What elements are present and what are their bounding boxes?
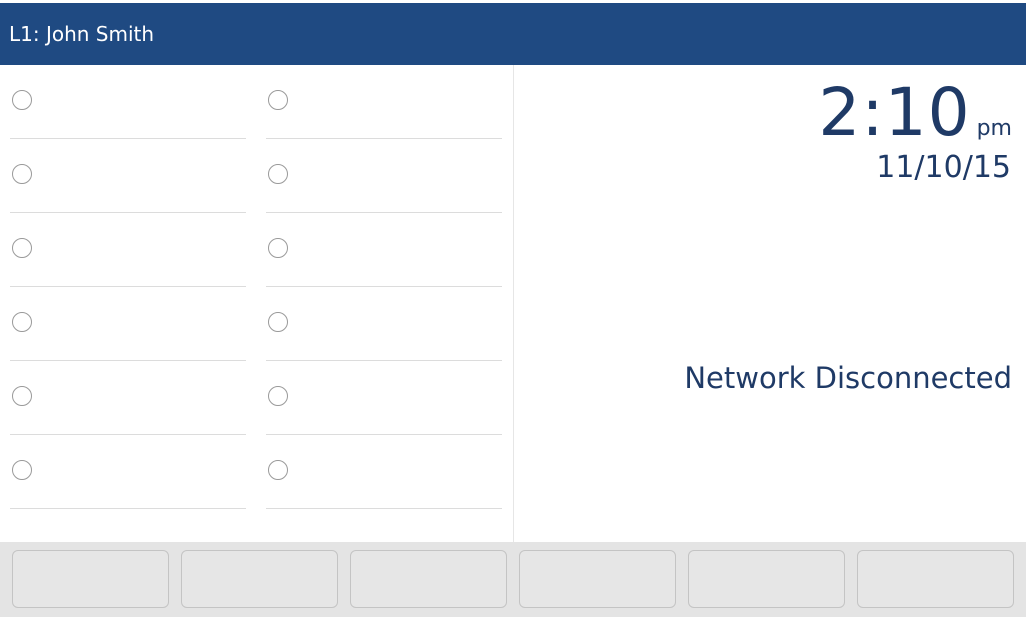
key-status-circle-icon [268, 312, 288, 332]
key-status-circle-icon [268, 90, 288, 110]
programmable-key-11[interactable] [266, 361, 502, 435]
programmable-key-6[interactable] [10, 435, 246, 509]
key-status-circle-icon [268, 386, 288, 406]
softkey-1[interactable] [12, 550, 169, 608]
softkey-3[interactable] [350, 550, 507, 608]
programmable-key-4[interactable] [10, 287, 246, 361]
softkey-6[interactable] [857, 550, 1014, 608]
key-status-circle-icon [12, 238, 32, 258]
softkey-4[interactable] [519, 550, 676, 608]
softkey-bar [0, 542, 1026, 617]
clock: 2:10 pm [818, 74, 1012, 152]
programmable-key-8[interactable] [266, 139, 502, 213]
programmable-key-7[interactable] [266, 65, 502, 139]
softkey-2[interactable] [181, 550, 338, 608]
network-status-message: Network Disconnected [684, 361, 1012, 395]
programmable-key-3[interactable] [10, 213, 246, 287]
status-header: L1: John Smith [0, 0, 1026, 65]
programmable-keys-right-column [266, 65, 502, 509]
clock-ampm: pm [976, 116, 1012, 141]
clock-date: 11/10/15 [876, 150, 1011, 185]
softkey-5[interactable] [688, 550, 845, 608]
key-status-circle-icon [12, 386, 32, 406]
key-status-circle-icon [268, 460, 288, 480]
programmable-key-2[interactable] [10, 139, 246, 213]
key-status-circle-icon [268, 238, 288, 258]
programmable-key-5[interactable] [10, 361, 246, 435]
key-status-circle-icon [12, 90, 32, 110]
programmable-key-10[interactable] [266, 287, 502, 361]
programmable-key-9[interactable] [266, 213, 502, 287]
panel-divider [513, 65, 514, 542]
key-status-circle-icon [268, 164, 288, 184]
programmable-keys-area [0, 65, 513, 542]
key-status-circle-icon [12, 312, 32, 332]
programmable-key-1[interactable] [10, 65, 246, 139]
line-label: L1: John Smith [9, 22, 155, 46]
programmable-key-12[interactable] [266, 435, 502, 509]
key-status-circle-icon [12, 164, 32, 184]
key-status-circle-icon [12, 460, 32, 480]
clock-time: 2:10 [818, 74, 971, 151]
programmable-keys-left-column [10, 65, 246, 509]
